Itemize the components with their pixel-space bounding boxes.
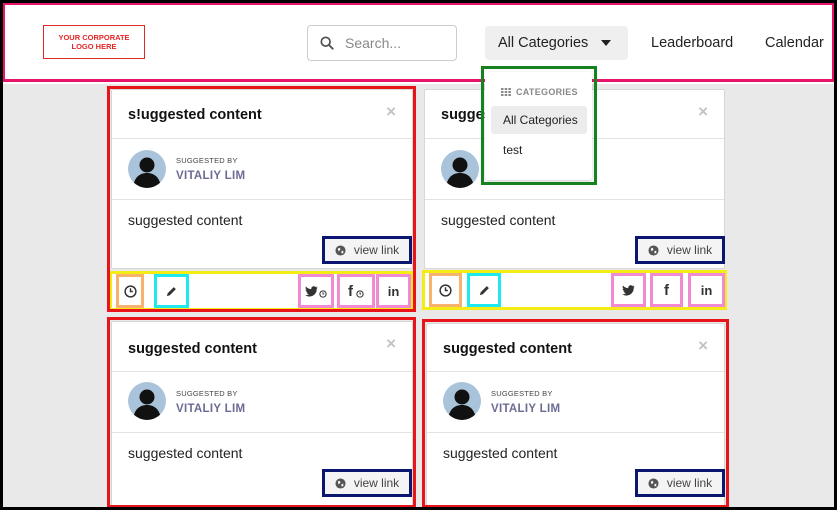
avatar-icon xyxy=(446,157,474,188)
categories-dropdown: CATEGORIES All Categories test xyxy=(485,72,592,180)
dropdown-heading-label: CATEGORIES xyxy=(516,87,578,97)
card-body-text: suggested content xyxy=(443,445,558,461)
category-dropdown-button[interactable]: All Categories xyxy=(485,26,628,60)
schedule-button[interactable] xyxy=(429,273,462,307)
close-icon[interactable]: × xyxy=(386,334,396,354)
avatar xyxy=(128,382,166,420)
logo-text: YOUR CORPORATE LOGO HERE xyxy=(58,33,130,51)
card-title: suggested content xyxy=(128,341,257,357)
view-link-label: view link xyxy=(666,243,713,257)
card-body-text: suggested content xyxy=(441,212,556,228)
edit-button[interactable] xyxy=(154,274,189,308)
linkedin-share-button[interactable]: in xyxy=(688,273,725,307)
view-link-label: view link xyxy=(666,476,713,490)
scheduled-clock-icon xyxy=(356,289,364,298)
card-body-text: suggested content xyxy=(128,212,243,228)
grid-icon xyxy=(501,88,511,96)
close-icon[interactable]: × xyxy=(698,336,708,356)
clock-icon xyxy=(123,284,137,298)
suggested-by-label: SUGGESTED BY xyxy=(176,156,238,165)
pencil-icon xyxy=(166,286,176,296)
view-link-button[interactable]: view link xyxy=(635,469,725,497)
avatar xyxy=(443,382,481,420)
avatar-icon xyxy=(133,389,161,420)
facebook-icon: f xyxy=(348,282,353,300)
twitter-share-button[interactable] xyxy=(298,274,334,308)
card-title: suggested content xyxy=(443,341,572,357)
linkedin-icon: in xyxy=(387,283,400,299)
avatar xyxy=(128,150,166,188)
globe-icon xyxy=(648,244,659,256)
category-option-test[interactable]: test xyxy=(491,136,587,164)
twitter-icon xyxy=(622,284,635,296)
scheduled-clock-icon xyxy=(319,289,327,298)
avatar-icon xyxy=(448,389,476,420)
avatar xyxy=(441,150,479,188)
nav-calendar[interactable]: Calendar xyxy=(765,35,824,51)
schedule-button[interactable] xyxy=(116,274,144,308)
divider xyxy=(112,199,412,200)
top-header: YOUR CORPORATE LOGO HERE All Categories … xyxy=(0,0,837,84)
card-title: s!uggested content xyxy=(128,107,262,123)
facebook-share-button[interactable]: f xyxy=(650,273,683,307)
search-box[interactable] xyxy=(307,25,457,61)
twitter-icon xyxy=(305,285,318,297)
view-link-button[interactable]: view link xyxy=(322,236,412,264)
caret-down-icon xyxy=(601,40,611,46)
twitter-share-button[interactable] xyxy=(611,273,646,307)
divider xyxy=(112,371,412,372)
card-body-text: suggested content xyxy=(128,445,243,461)
view-link-button[interactable]: view link xyxy=(322,469,412,497)
suggested-by-label: SUGGESTED BY xyxy=(491,389,553,398)
edit-button[interactable] xyxy=(467,273,501,307)
suggested-by-label: SUGGESTED BY xyxy=(176,389,238,398)
view-link-button[interactable]: view link xyxy=(635,236,725,264)
search-input[interactable] xyxy=(345,35,450,51)
view-link-label: view link xyxy=(353,243,400,257)
divider xyxy=(427,432,724,433)
close-icon[interactable]: × xyxy=(386,102,396,122)
corporate-logo[interactable]: YOUR CORPORATE LOGO HERE xyxy=(43,25,145,59)
search-icon xyxy=(320,36,334,50)
action-row: f in xyxy=(109,271,414,311)
divider xyxy=(112,432,412,433)
divider xyxy=(425,199,724,200)
linkedin-icon: in xyxy=(700,282,713,298)
author-name[interactable]: VITALIY LIM xyxy=(491,403,560,415)
facebook-icon: f xyxy=(664,281,669,299)
author-name[interactable]: VITALIY LIM xyxy=(176,170,245,182)
author-name[interactable]: VITALIY LIM xyxy=(176,403,245,415)
divider xyxy=(112,138,412,139)
facebook-share-button[interactable]: f xyxy=(337,274,375,308)
divider xyxy=(427,371,724,372)
pencil-icon xyxy=(479,285,489,295)
globe-icon xyxy=(335,244,346,256)
linkedin-share-button[interactable]: in xyxy=(376,274,411,308)
view-link-label: view link xyxy=(353,476,400,490)
category-button-label: All Categories xyxy=(498,35,589,51)
dropdown-heading: CATEGORIES xyxy=(501,87,578,97)
globe-icon xyxy=(648,477,659,489)
category-option-all[interactable]: All Categories xyxy=(491,106,587,134)
close-icon[interactable]: × xyxy=(698,102,708,122)
action-row: f in xyxy=(422,270,727,310)
clock-icon xyxy=(439,283,452,297)
nav-leaderboard[interactable]: Leaderboard xyxy=(651,35,733,51)
avatar-icon xyxy=(133,157,161,188)
globe-icon xyxy=(335,477,346,489)
